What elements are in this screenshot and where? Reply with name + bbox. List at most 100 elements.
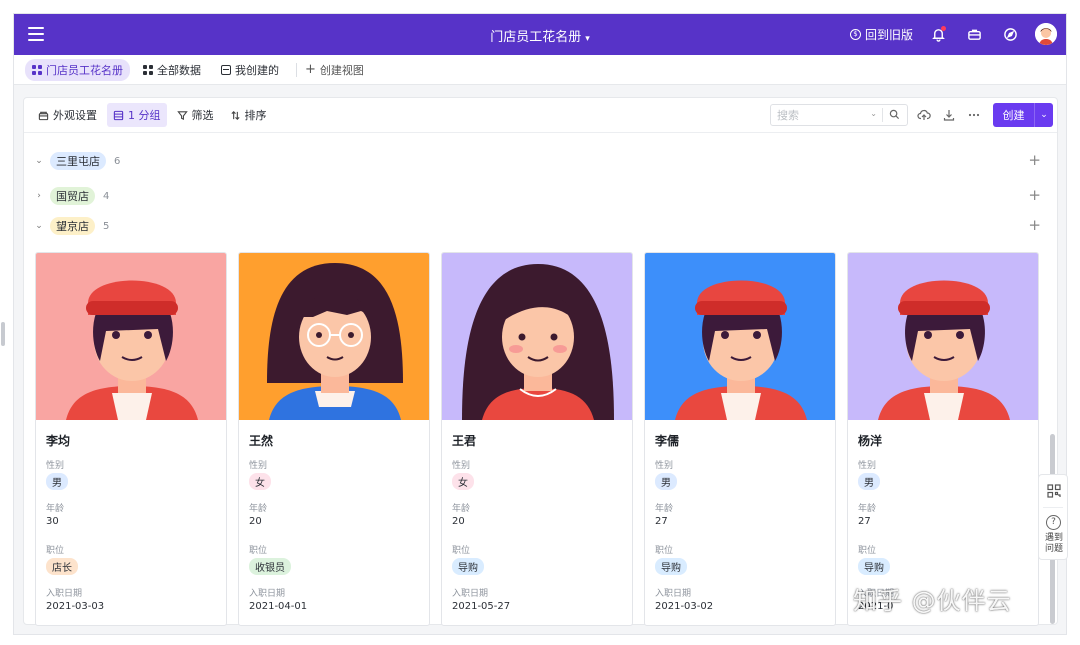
group-row[interactable]: ⌄ 望京店 5 + (24, 215, 1057, 237)
add-record-icon[interactable]: + (1028, 216, 1041, 234)
search-input[interactable]: 搜索 ⌄ (770, 104, 908, 126)
watermark: 知乎 @伙伴云 (853, 587, 1012, 615)
create-label: 创建 (1002, 109, 1025, 122)
position-tag: 店长 (46, 558, 78, 575)
employee-card[interactable]: 杨洋 性别 男 年龄 27 职位 导购 入职日期 2021-0 (847, 252, 1039, 626)
gender-tag: 女 (452, 473, 474, 490)
search-icon[interactable] (889, 109, 900, 120)
appearance-label: 外观设置 (53, 109, 97, 122)
age-label: 年龄 (655, 504, 674, 514)
group-button[interactable]: 1 分组 (107, 103, 167, 127)
employee-card[interactable]: 王君 性别 女 年龄 20 职位 导购 入职日期 2021-05-27 (441, 252, 633, 626)
gender-tag: 男 (46, 473, 68, 490)
group-row[interactable]: › 国贸店 4 + (24, 185, 1057, 207)
position-tag: 收银员 (249, 558, 291, 575)
download-icon[interactable] (942, 108, 956, 122)
gender-tag: 男 (655, 473, 677, 490)
add-record-icon[interactable]: + (1028, 186, 1041, 204)
help-icon[interactable]: ? (1046, 515, 1061, 530)
chevron-down-icon[interactable]: ⌄ (34, 156, 44, 166)
tab-label: 全部数据 (157, 63, 201, 77)
gender-label: 性别 (452, 461, 471, 471)
old-version-button[interactable]: $ 回到旧版 (850, 26, 913, 43)
age-label: 年龄 (858, 504, 877, 514)
filter-button[interactable]: 筛选 (171, 103, 220, 127)
age-value: 30 (46, 516, 59, 527)
chevron-down-icon: ▾ (585, 34, 590, 44)
create-button[interactable]: 创建 ⌄ (993, 103, 1053, 127)
position-tag: 导购 (858, 558, 890, 575)
hire-date-label: 入职日期 (249, 589, 286, 599)
plus-icon: + (305, 62, 316, 77)
top-bar: 门店员工花名册 ▾ $ 回到旧版 (14, 14, 1066, 55)
chevron-down-icon[interactable]: ⌄ (34, 221, 44, 231)
position-label: 职位 (655, 546, 674, 556)
search-placeholder: 搜索 (777, 109, 799, 122)
position-label: 职位 (858, 546, 877, 556)
employee-name: 杨洋 (858, 434, 883, 448)
age-value: 20 (452, 516, 465, 527)
avatar (645, 253, 835, 420)
filter-icon (176, 110, 188, 120)
help-label[interactable]: 遇到问题 (1041, 533, 1067, 555)
sort-icon (230, 110, 240, 120)
briefcase-icon[interactable] (965, 25, 983, 43)
create-view-label: 创建视图 (319, 63, 364, 77)
more-icon[interactable] (967, 108, 981, 122)
hire-date-label: 入职日期 (46, 589, 83, 599)
tab-roster-view[interactable]: 门店员工花名册 (25, 58, 130, 81)
tab-my-created[interactable]: 我创建的 (214, 59, 286, 81)
gender-label: 性别 (249, 461, 268, 471)
hire-date-label: 入职日期 (452, 589, 489, 599)
hire-date-value: 2021-03-03 (46, 601, 105, 612)
divider (1043, 507, 1063, 508)
gender-label: 性别 (46, 461, 65, 471)
user-avatar[interactable] (1035, 23, 1057, 45)
appearance-button[interactable]: 外观设置 (32, 103, 103, 127)
bell-icon[interactable] (929, 25, 947, 43)
chevron-right-icon[interactable]: › (34, 191, 44, 201)
employee-card[interactable]: 王然 性别 女 年龄 20 职位 收银员 入职日期 2021-04-01 (238, 252, 430, 626)
chevron-down-icon[interactable]: ⌄ (1035, 110, 1053, 120)
employee-name: 李儒 (655, 434, 680, 448)
help-widget[interactable]: ? 遇到问题 (1038, 474, 1068, 560)
hire-date-value: 2021-05-27 (452, 601, 511, 612)
group-count: 6 (114, 155, 121, 167)
table-icon (221, 64, 231, 75)
grid-icon (143, 64, 153, 75)
create-view-button[interactable]: + 创建视图 (305, 62, 364, 78)
group-count: 5 (103, 220, 110, 232)
group-row[interactable]: ⌄ 三里屯店 6 + (24, 150, 1057, 172)
gallery-panel: 外观设置 1 分组 筛选 排序 搜索 ⌄ 创建 ⌄ ⌄ 三里屯店 6 + › 国… (23, 97, 1058, 626)
sidebar-resize-handle[interactable] (1, 322, 5, 346)
qrcode-icon[interactable] (1047, 484, 1061, 498)
position-label: 职位 (452, 546, 471, 556)
sort-button[interactable]: 排序 (224, 103, 273, 127)
position-tag: 导购 (452, 558, 484, 575)
filter-label: 筛选 (191, 109, 214, 122)
employee-card[interactable]: 李均 性别 男 年龄 30 职位 店长 入职日期 2021-03-03 (35, 252, 227, 626)
view-tabs-bar: 门店员工花名册 全部数据 我创建的 + 创建视图 (14, 55, 1066, 85)
dollar-circle-icon: $ (850, 29, 861, 40)
cloud-upload-icon[interactable] (917, 108, 931, 122)
add-record-icon[interactable]: + (1028, 151, 1041, 169)
avatar (36, 253, 226, 420)
hire-date-value: 2021-03-02 (655, 601, 714, 612)
age-value: 27 (858, 516, 871, 527)
appearance-icon (38, 111, 49, 120)
employee-card[interactable]: 李儒 性别 男 年龄 27 职位 导购 入职日期 2021-03-02 (644, 252, 836, 626)
avatar (442, 253, 632, 420)
divider (296, 62, 297, 77)
chevron-down-icon[interactable]: ⌄ (870, 109, 877, 118)
gender-tag: 女 (249, 473, 271, 490)
avatar (239, 253, 429, 420)
hire-date-label: 入职日期 (655, 589, 692, 599)
app-title-text: 门店员工花名册 (490, 30, 582, 45)
group-count: 4 (103, 190, 110, 202)
group-icon (113, 110, 124, 120)
age-label: 年龄 (249, 504, 268, 514)
group-label: 1 分组 (128, 109, 161, 122)
compass-icon[interactable] (1001, 25, 1019, 43)
notification-dot (941, 26, 946, 31)
tab-all-data[interactable]: 全部数据 (136, 59, 208, 81)
